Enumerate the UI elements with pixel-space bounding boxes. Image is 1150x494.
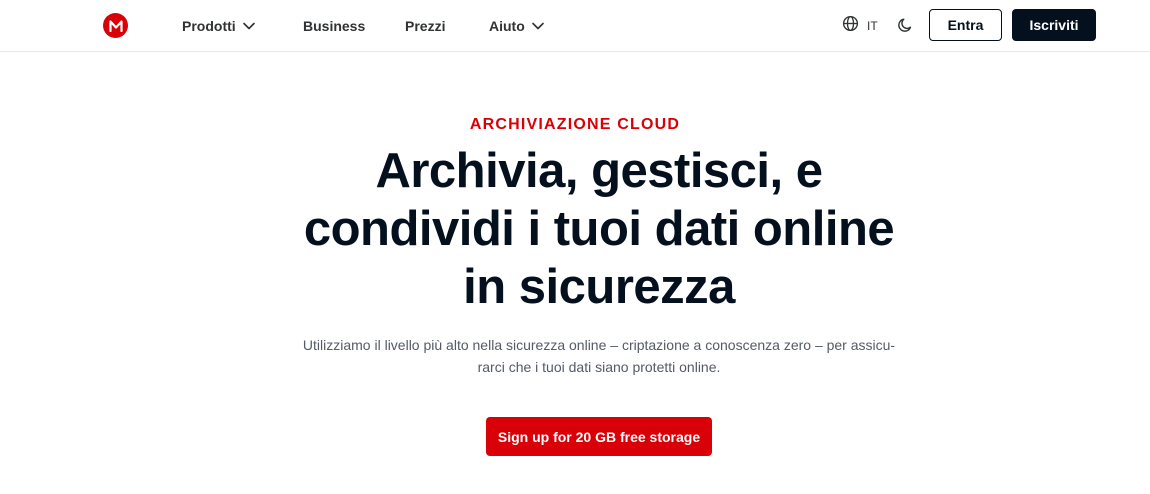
nav-business-label: Business <box>303 18 366 34</box>
nav-prezzi-label: Prezzi <box>405 18 446 34</box>
signup-button[interactable]: Iscriviti <box>1012 9 1096 41</box>
nav-aiuto-label: Aiuto <box>489 18 525 34</box>
language-code: IT <box>867 19 878 33</box>
moon-icon[interactable] <box>896 16 914 34</box>
nav-prodotti[interactable]: Prodotti <box>182 16 255 36</box>
globe-icon <box>842 15 859 37</box>
hero-headline-line: condividi i tuoi dati online <box>303 202 895 256</box>
hero-subtitle-line: Utilizziamo il livello più alto nella si… <box>302 337 896 353</box>
free-storage-signup-button[interactable]: Sign up for 20 GB free storage <box>486 417 712 456</box>
hero-headline: Archivia, gestisci, e condividi i tuoi d… <box>200 142 998 316</box>
nav-aiuto[interactable]: Aiuto <box>489 16 544 36</box>
chevron-down-icon <box>242 22 255 30</box>
hero-headline-line: in sicurezza <box>463 260 735 314</box>
hero-headline-line: Archivia, gestisci, e <box>375 144 823 198</box>
nav-business[interactable]: Business <box>303 16 365 36</box>
top-navigation-bar: Prodotti Business Prezzi Aiuto IT Entra … <box>0 0 1150 52</box>
hero-eyebrow: ARCHIVIAZIONE CLOUD <box>469 116 681 133</box>
hero-subtitle: Utilizziamo il livello più alto nella si… <box>270 334 928 378</box>
mega-logo-icon[interactable] <box>103 13 128 38</box>
chevron-down-icon <box>531 22 544 30</box>
hero-subtitle-line: rarci che i tuoi dati siano protetti onl… <box>477 359 721 375</box>
nav-prezzi[interactable]: Prezzi <box>405 16 445 36</box>
nav-prodotti-label: Prodotti <box>182 18 236 34</box>
login-button[interactable]: Entra <box>929 9 1002 41</box>
language-selector[interactable]: IT <box>842 15 878 37</box>
